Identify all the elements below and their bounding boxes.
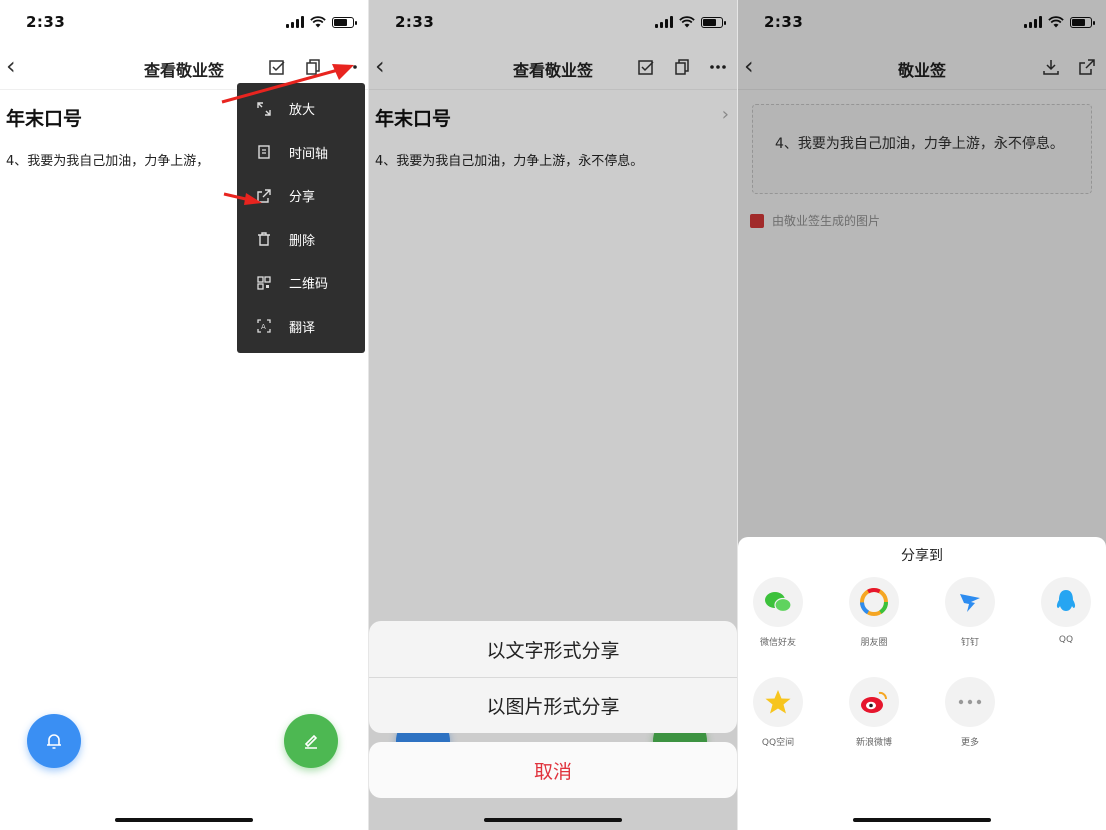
- share-target-dingtalk[interactable]: 钉钉: [930, 577, 1010, 648]
- share-target-label: 微信好友: [759, 638, 796, 648]
- bell-icon: [47, 734, 61, 749]
- home-indicator: [853, 818, 991, 822]
- trash-icon: [255, 230, 273, 248]
- qrcode-icon: [255, 274, 273, 292]
- note-view-with-menu: 2:33 ‹ 查看敬业签 年末口号 4、我要为我自己加油，力争上游， 放大 时间…: [0, 0, 368, 830]
- checkbox-edit-icon[interactable]: [268, 58, 286, 80]
- home-indicator: [484, 818, 622, 822]
- pen-icon: [304, 734, 318, 749]
- share-as-image-button[interactable]: 以图片形式分享: [369, 677, 737, 733]
- wifi-icon: [310, 16, 326, 28]
- share-target-label: 钉钉: [960, 638, 979, 648]
- moments-icon: [860, 588, 888, 616]
- home-indicator: [115, 818, 253, 822]
- share-as-text-button[interactable]: 以文字形式分享: [369, 621, 737, 677]
- share-to-sheet: 分享到 微信好友 朋友圈 钉钉 QQ QQ空间 新浪微博 更多: [738, 537, 1106, 830]
- timeline-icon: [255, 143, 273, 161]
- menu-item-share[interactable]: 分享: [237, 174, 365, 218]
- menu-item-label: 二维码: [289, 277, 329, 293]
- menu-item-qrcode[interactable]: 二维码: [237, 261, 365, 305]
- menu-item-delete[interactable]: 删除: [237, 218, 365, 262]
- share-target-wechat[interactable]: 微信好友: [738, 577, 818, 648]
- status-bar: 2:33: [0, 0, 368, 46]
- share-to-sheet-view: 2:33 ‹ 敬业签 4、我要为我自己加油，力争上游，永不停息。 由敬业签生成的…: [738, 0, 1106, 830]
- note-title: 年末口号: [6, 108, 83, 130]
- share-target-qq[interactable]: QQ: [1026, 577, 1106, 645]
- share-target-label: 朋友圈: [860, 638, 888, 648]
- share-target-moments[interactable]: 朋友圈: [834, 577, 914, 648]
- menu-item-label: 放大: [289, 103, 316, 119]
- cancel-button[interactable]: 取消: [369, 742, 737, 798]
- share-target-label: 新浪微博: [855, 738, 892, 748]
- share-target-label: QQ: [1058, 635, 1074, 645]
- reminder-button[interactable]: [27, 714, 81, 768]
- share-sheet-title: 分享到: [901, 548, 943, 564]
- signal-icon: [286, 16, 304, 28]
- menu-item-zoom[interactable]: 放大: [237, 87, 365, 131]
- more-icon: [958, 699, 982, 705]
- more-menu: 放大 时间轴 分享 删除 二维码 A 翻译: [237, 83, 365, 353]
- share-icon: [255, 187, 273, 205]
- more-dots-icon[interactable]: [340, 58, 358, 80]
- translate-icon: A: [255, 317, 273, 335]
- menu-item-label: 时间轴: [289, 146, 329, 162]
- dingtalk-icon: [960, 594, 980, 612]
- menu-item-translate[interactable]: A 翻译: [237, 305, 365, 349]
- menu-item-label: 分享: [289, 190, 316, 206]
- menu-item-timeline[interactable]: 时间轴: [237, 131, 365, 175]
- share-target-qzone[interactable]: QQ空间: [738, 677, 818, 748]
- edit-button[interactable]: [284, 714, 338, 768]
- status-time: 2:33: [26, 13, 66, 31]
- share-target-more[interactable]: 更多: [930, 677, 1010, 748]
- note-body: 4、我要为我自己加油，力争上游，: [6, 154, 210, 169]
- menu-item-label: 翻译: [289, 320, 316, 336]
- expand-icon: [255, 100, 273, 118]
- qzone-icon: [765, 690, 791, 714]
- battery-icon: [332, 16, 357, 28]
- weibo-icon: [861, 691, 888, 713]
- note-view-with-share-sheet: 2:33 ‹ 查看敬业签 年末口号 › 4、我要为我自己加油，力争上游，永不停息…: [369, 0, 737, 830]
- share-action-sheet: 以文字形式分享 以图片形式分享: [369, 621, 737, 733]
- svg-text:A: A: [261, 323, 266, 331]
- menu-item-label: 删除: [289, 233, 316, 249]
- wechat-icon: [765, 592, 792, 613]
- share-target-weibo[interactable]: 新浪微博: [834, 677, 914, 748]
- qq-icon: [1056, 590, 1076, 611]
- copy-icon[interactable]: [304, 58, 322, 80]
- share-target-label: 更多: [960, 738, 979, 748]
- share-target-label: QQ空间: [761, 738, 795, 748]
